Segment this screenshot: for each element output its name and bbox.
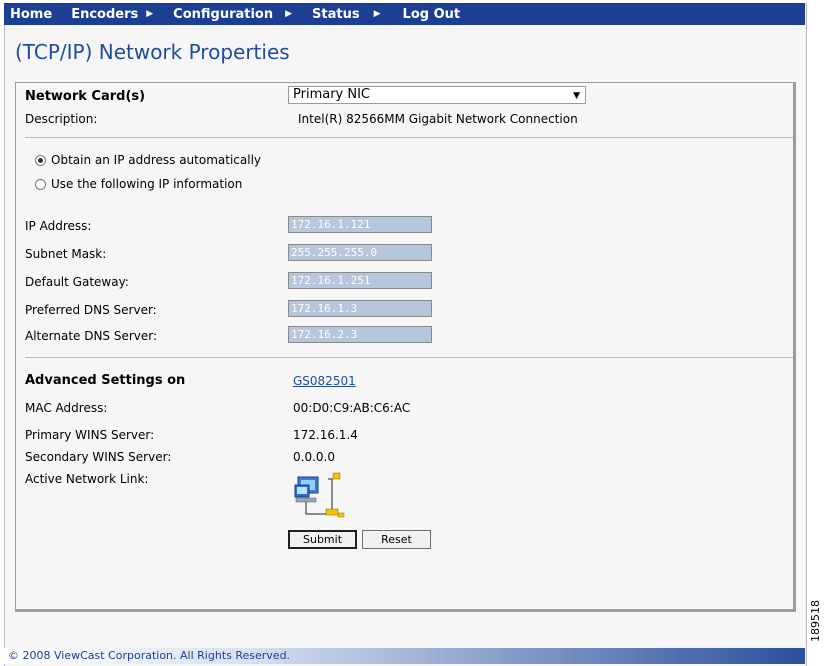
primary-wins-label: Primary WINS Server:	[25, 428, 155, 442]
mac-address-label: MAC Address:	[25, 401, 108, 415]
alternate-dns-label: Alternate DNS Server:	[25, 329, 158, 343]
network-card-label: Network Card(s)	[25, 89, 146, 104]
nav-encoders[interactable]: Encoders ▶	[71, 7, 153, 22]
nav-configuration-label: Configuration	[173, 6, 274, 22]
host-link[interactable]: GS082501	[293, 374, 356, 388]
submit-button[interactable]: Submit	[288, 530, 357, 549]
submenu-arrow-icon: ▶	[373, 9, 381, 19]
nav-logout-label: Log Out	[402, 6, 461, 22]
description-value: Intel(R) 82566MM Gigabit Network Connect…	[298, 112, 578, 126]
use-following-ip-label[interactable]: Use the following IP information	[51, 177, 242, 191]
mac-address-value: 00:D0:C9:AB:C6:AC	[293, 401, 411, 415]
network-card-select[interactable]: Primary NIC ▼	[288, 86, 586, 104]
reset-button[interactable]: Reset	[362, 530, 431, 549]
divider	[25, 357, 793, 358]
network-connection-icon	[294, 471, 346, 521]
subnet-mask-label: Subnet Mask:	[25, 247, 107, 261]
default-gateway-field[interactable]: 172.16.1.251	[288, 272, 432, 289]
secondary-wins-value: 0.0.0.0	[293, 450, 335, 464]
primary-wins-value: 172.16.1.4	[293, 428, 358, 442]
preferred-dns-field[interactable]: 172.16.1.3	[288, 300, 432, 317]
subnet-mask-field[interactable]: 255.255.255.0	[288, 244, 432, 261]
nav-home-label: Home	[10, 6, 53, 22]
nav-home[interactable]: Home	[10, 7, 52, 22]
secondary-wins-label: Secondary WINS Server:	[25, 450, 172, 464]
default-gateway-label: Default Gateway:	[25, 275, 129, 289]
copyright-text: © 2008 ViewCast Corporation. All Rights …	[8, 649, 291, 662]
nav-configuration[interactable]: Configuration ▶	[173, 7, 292, 22]
nav-encoders-label: Encoders	[71, 6, 139, 22]
submenu-arrow-icon: ▶	[146, 9, 154, 19]
chevron-down-icon: ▼	[573, 91, 580, 101]
top-nav: Home Encoders ▶ Configuration ▶ Status ▶…	[4, 3, 805, 25]
page-title: (TCP/IP) Network Properties	[15, 40, 290, 64]
description-label: Description:	[25, 112, 98, 126]
submenu-arrow-icon: ▶	[285, 9, 293, 19]
advanced-settings-label: Advanced Settings on	[25, 373, 186, 388]
divider	[25, 137, 793, 138]
nav-logout[interactable]: Log Out	[403, 7, 461, 22]
active-network-link-label: Active Network Link:	[25, 472, 149, 486]
ip-address-field[interactable]: 172.16.1.121	[288, 216, 432, 233]
figure-id: 189518	[809, 600, 822, 642]
preferred-dns-label: Preferred DNS Server:	[25, 303, 157, 317]
nav-status[interactable]: Status ▶	[312, 7, 380, 22]
use-following-ip-radio[interactable]	[35, 179, 46, 190]
ip-address-label: IP Address:	[25, 219, 92, 233]
obtain-ip-auto-radio[interactable]	[35, 155, 46, 166]
footer: © 2008 ViewCast Corporation. All Rights …	[4, 648, 805, 664]
network-properties-panel: Network Card(s) Primary NIC ▼ Descriptio…	[15, 82, 796, 612]
nav-status-label: Status	[312, 6, 360, 22]
obtain-ip-auto-label[interactable]: Obtain an IP address automatically	[51, 153, 261, 167]
alternate-dns-field[interactable]: 172.16.2.3	[288, 326, 432, 343]
network-card-select-value: Primary NIC	[293, 87, 371, 102]
